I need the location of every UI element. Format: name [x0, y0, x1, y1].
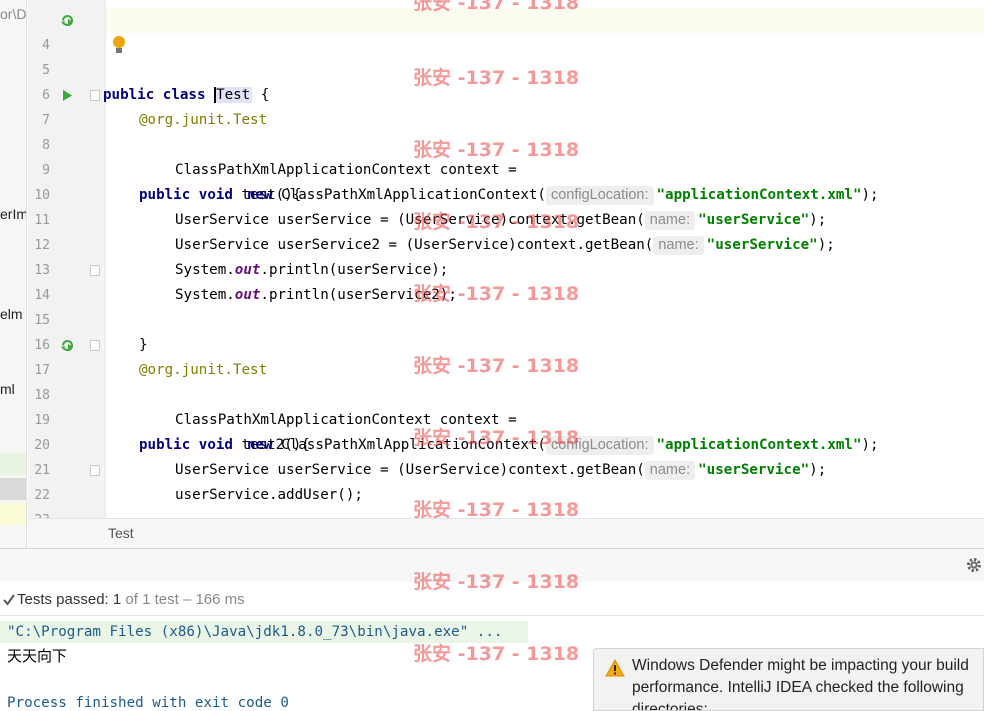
warning-icon [605, 659, 625, 677]
run-panel-header [0, 548, 984, 582]
check-icon [3, 594, 15, 606]
code-line: 6 @org.junit.Test [0, 58, 984, 128]
run-tests-icon[interactable] [60, 13, 75, 28]
code-line: 13 System.out.println(userService2); [0, 233, 984, 303]
defender-notification[interactable]: Windows Defender might be impacting your… [593, 648, 984, 711]
tests-passed-detail: of 1 test – 166 ms [125, 591, 245, 608]
code-line: 18 ClassPathXmlApplicationContext contex… [0, 358, 984, 428]
code-line: 23 } [0, 483, 984, 553]
tests-passed-count: 1 [112, 591, 122, 608]
code-line: 17 public void test2(){ [0, 333, 984, 453]
breadcrumb: Test [28, 518, 984, 548]
run-test-icon[interactable] [60, 88, 75, 103]
breadcrumb-item[interactable]: Test [108, 525, 134, 541]
code-line: 15 [0, 283, 984, 328]
code-line: 5 [0, 33, 984, 78]
code-line: 8 ClassPathXmlApplicationContext context… [0, 108, 984, 178]
code-line: 14 } [0, 258, 984, 353]
code-line: 12 System.out.println(userService); [0, 208, 984, 278]
gear-icon[interactable] [965, 556, 983, 574]
tests-passed-label: Tests passed: [17, 591, 109, 608]
code-line: 7 public void test(){ [0, 83, 984, 203]
fold-marker-icon[interactable] [90, 265, 100, 276]
code-line: 24 [0, 508, 984, 518]
test-status-bar: Tests passed: 1 of 1 test – 166 ms [0, 584, 984, 616]
rerun-test-icon[interactable] [60, 338, 75, 353]
code-line: 4 public class Test { [0, 8, 984, 103]
code-line: 10 UserService userService = (UserServic… [0, 158, 984, 230]
fold-marker-icon[interactable] [90, 90, 100, 101]
code-line: 22 } [0, 458, 984, 553]
code-line: 11 UserService userService2 = (UserServi… [0, 183, 984, 255]
code-line: 21 userService.addUser(); [0, 433, 984, 503]
code-line: 9 new ClassPathXmlApplicationContext(con… [0, 133, 984, 205]
console-command-line[interactable]: "C:\Program Files (x86)\Java\jdk1.8.0_73… [0, 621, 528, 643]
notification-message: Windows Defender might be impacting your… [632, 657, 969, 711]
intention-bulb-icon[interactable] [112, 35, 126, 55]
code-line: 20 UserService userService = (UserServic… [0, 408, 984, 480]
fold-marker-icon[interactable] [90, 465, 100, 476]
code-line: 16 @org.junit.Test [0, 308, 984, 378]
code-line: 19 new ClassPathXmlApplicationContext(co… [0, 383, 984, 455]
console-exit-message: Process finished with exit code 0 [7, 695, 289, 711]
console-output-line: 天天向下 [7, 647, 68, 665]
fold-marker-icon[interactable] [90, 340, 100, 351]
